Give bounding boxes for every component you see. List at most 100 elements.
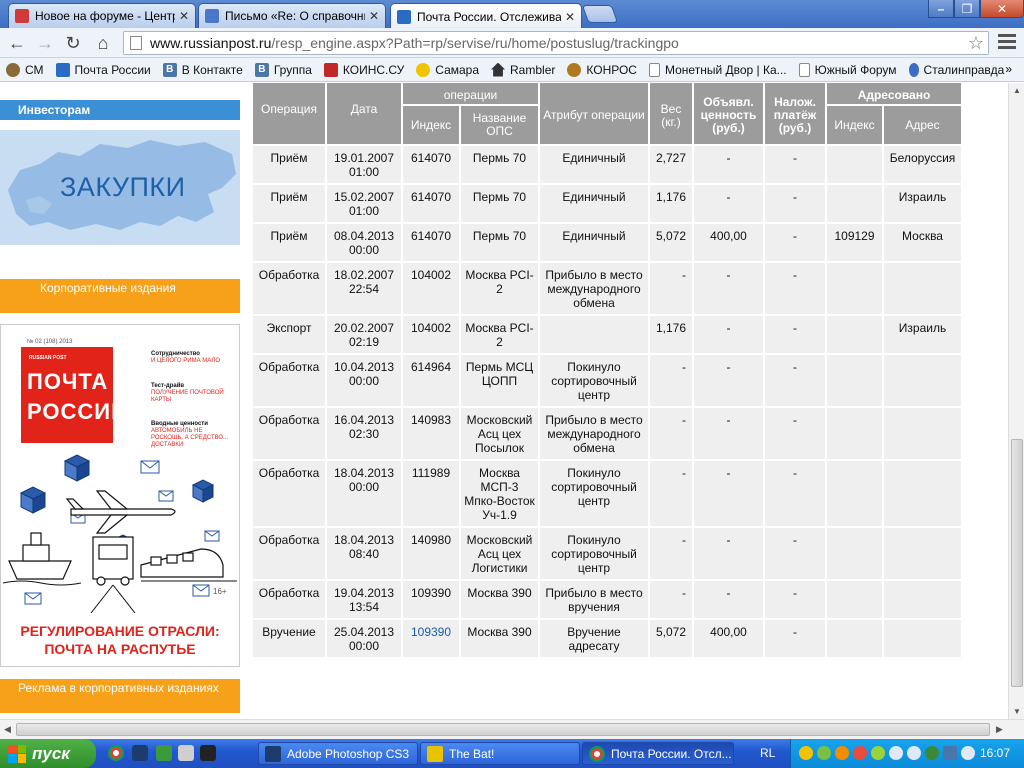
scroll-thumb[interactable] <box>16 723 990 736</box>
address-bar[interactable]: www.russianpost.ru/resp_engine.aspx?Path… <box>123 31 989 55</box>
close-icon[interactable]: ✕ <box>369 9 379 23</box>
koins-icon <box>323 62 338 77</box>
postcode-link[interactable]: 109390 <box>411 625 451 639</box>
magazine-cover[interactable]: № 02 (108) 2013 RUSSIAN POST ПОЧТА РОССИ… <box>0 324 240 667</box>
mail-favicon-icon <box>205 9 219 23</box>
tray-check-icon[interactable] <box>817 746 831 760</box>
scroll-thumb[interactable] <box>1011 439 1023 687</box>
corporate-ads-link[interactable]: Реклама в корпоративных изданиях <box>0 679 240 713</box>
task-chrome[interactable]: Почта России. Отсл... <box>582 742 734 765</box>
corporate-editions-link[interactable]: Корпоративные издания <box>0 279 240 313</box>
date-cell: 16.04.2013 02:30 <box>327 408 401 459</box>
operation-cell: Приём <box>253 224 325 261</box>
scroll-right-icon[interactable]: ▶ <box>996 724 1003 735</box>
minimize-button[interactable]: – <box>928 0 954 18</box>
start-button[interactable]: пуск <box>0 739 96 768</box>
bookmark-sm[interactable]: СМ <box>6 62 44 77</box>
reload-icon[interactable]: ↻ <box>62 32 84 54</box>
task-thebat[interactable]: The Bat! <box>420 742 580 765</box>
header-addressed: Адресовано <box>827 83 961 104</box>
window-close-button[interactable]: ✕ <box>980 0 1024 18</box>
scroll-left-icon[interactable]: ◀ <box>4 724 11 735</box>
address-cell <box>884 263 961 314</box>
bat-icon <box>427 745 443 762</box>
date-cell: 15.02.2007 01:00 <box>327 185 401 222</box>
ops-name-cell: Пермь 70 <box>461 224 538 261</box>
date-cell: 18.02.2007 22:54 <box>327 263 401 314</box>
tray-smiley-icon[interactable] <box>799 746 813 760</box>
bookmark-rambler[interactable]: Rambler <box>491 62 555 77</box>
bookmark-star-icon[interactable]: ☆ <box>968 33 984 54</box>
language-indicator[interactable]: RL <box>760 746 775 760</box>
windows-logo-icon <box>8 744 26 763</box>
zakupki-banner[interactable]: ЗАКУПКИ <box>0 130 240 245</box>
close-icon[interactable]: ✕ <box>565 10 575 24</box>
tab-mail[interactable]: Письмо «Re: О справочник ✕ <box>198 3 386 28</box>
bookmark-label: В Контакте <box>181 62 243 77</box>
operation-cell: Обработка <box>253 355 325 406</box>
forward-arrow-icon[interactable]: → <box>34 32 56 54</box>
bookmark-samara[interactable]: Самара <box>416 62 480 77</box>
bookmark-group[interactable]: B Группа <box>254 62 312 77</box>
app-quicklaunch-icon[interactable] <box>156 745 172 761</box>
volume-icon[interactable] <box>889 746 903 760</box>
declared-value-cell: - <box>694 185 763 222</box>
address-cell: Израиль <box>884 185 961 222</box>
tray-app-icon[interactable] <box>835 746 849 760</box>
bookmark-stalinpravda[interactable]: Сталинправда <box>908 62 1004 77</box>
bookmark-label: Монетный Двор | Ка... <box>664 62 787 77</box>
chrome-quicklaunch-icon[interactable] <box>108 745 124 761</box>
calculator-quicklaunch-icon[interactable] <box>178 745 194 761</box>
addr-index-cell <box>827 461 882 526</box>
task-photoshop[interactable]: Adobe Photoshop CS3 <box>258 742 418 765</box>
tab-title: Новое на форуме - Централ <box>35 9 175 23</box>
tray-app-icon[interactable] <box>853 746 867 760</box>
maximize-button[interactable]: ❐ <box>954 0 980 18</box>
magazine-headline-2: ПОЧТА НА РАСПУТЬЕ <box>44 641 196 657</box>
bookmark-vkontakte[interactable]: B В Контакте <box>162 62 243 77</box>
scroll-down-icon[interactable]: ▼ <box>1011 707 1023 716</box>
tray-flower-icon[interactable] <box>871 746 885 760</box>
index-cell: 104002 <box>403 263 459 314</box>
tab-russianpost[interactable]: Почта России. Отслеживан ✕ <box>390 3 582 29</box>
scroll-up-icon[interactable]: ▲ <box>1011 86 1023 95</box>
table-row: Обработка 18.04.2013 08:40 140980 Московски… <box>253 528 961 579</box>
back-arrow-icon[interactable]: ← <box>6 32 28 54</box>
menu-icon[interactable] <box>998 34 1016 52</box>
close-icon[interactable]: ✕ <box>179 9 189 23</box>
addr-index-cell <box>827 316 882 353</box>
horizontal-scrollbar[interactable]: ◀ ▶ <box>0 719 1024 739</box>
url-host: www.russianpost.ru <box>150 35 272 51</box>
table-row: Обработка 19.04.2013 13:54 109390 Москва 39… <box>253 581 961 618</box>
tray-app-icon[interactable] <box>925 746 939 760</box>
home-icon[interactable]: ⌂ <box>92 32 114 54</box>
bookmark-koins[interactable]: КОИНС.СУ <box>323 62 404 77</box>
game-quicklaunch-icon[interactable] <box>200 745 216 761</box>
eagle-favicon-icon <box>397 9 411 24</box>
cod-cell: - <box>765 263 825 314</box>
tray-vk-icon[interactable] <box>943 746 957 760</box>
bookmark-yuzhny-forum[interactable]: Южный Форум <box>798 62 897 77</box>
bookmarks-more-button[interactable]: » <box>1005 62 1012 76</box>
bookmark-monetny-dvor[interactable]: Монетный Двор | Ка... <box>648 62 787 77</box>
addr-index-cell <box>827 263 882 314</box>
bookmark-pochta[interactable]: Почта России <box>55 62 151 77</box>
network-icon[interactable] <box>907 746 921 760</box>
bookmark-konros[interactable]: КОНРОС <box>567 62 637 77</box>
investors-link[interactable]: Инвесторам <box>0 100 240 120</box>
tray-app-icon[interactable] <box>961 746 975 760</box>
bookmark-icon <box>6 62 20 77</box>
vertical-scrollbar[interactable]: ▲ ▼ <box>1008 83 1024 719</box>
tab-forum[interactable]: Новое на форуме - Централ ✕ <box>8 3 196 28</box>
weight-cell: - <box>650 408 692 459</box>
declared-value-cell: 400,00 <box>694 224 763 261</box>
header-operation-place: операции <box>403 83 538 104</box>
cod-cell: - <box>765 408 825 459</box>
bookmark-label: Самара <box>435 62 480 77</box>
new-tab-button[interactable] <box>581 5 619 23</box>
photoshop-quicklaunch-icon[interactable] <box>132 745 148 761</box>
magazine-issue: № 02 (108) 2013 <box>27 339 73 345</box>
url-path: /resp_engine.aspx?Path=rp/servise/ru/hom… <box>271 35 679 51</box>
index-cell: 109390 <box>403 581 459 618</box>
magazine-teaser-3: Вводные ценности АВТОМОБИЛЬ НЕ РОСКОШЬ, А… <box>151 421 231 449</box>
